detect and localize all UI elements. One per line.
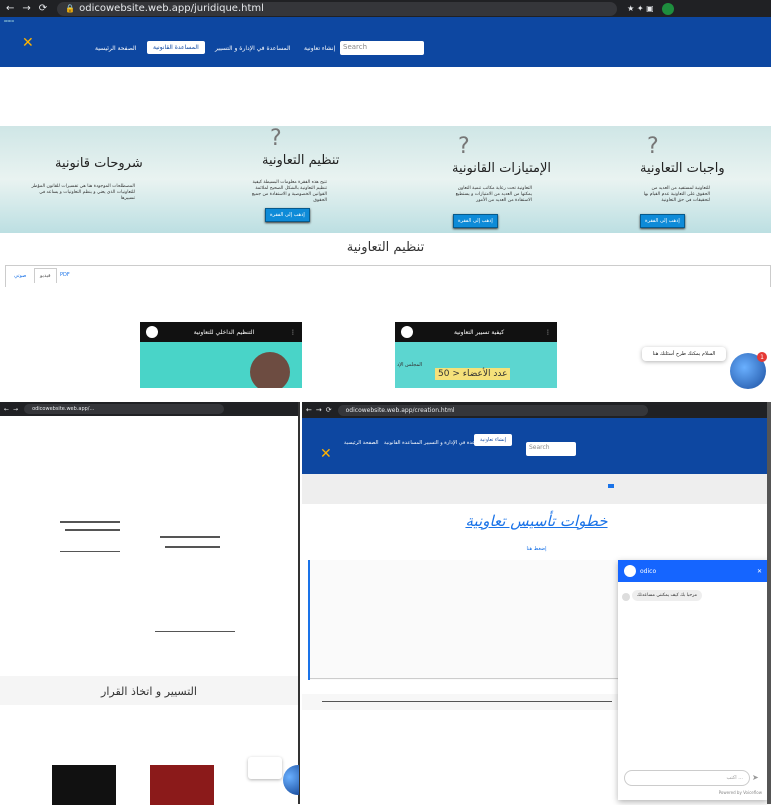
more-icon[interactable]: ⋮	[290, 329, 296, 336]
back-icon[interactable]: ←	[6, 3, 14, 14]
close-icon[interactable]: ✕	[757, 568, 762, 575]
forward-icon[interactable]: →	[316, 406, 322, 414]
logo-icon: ✕	[320, 446, 332, 462]
more-icon[interactable]: ⋮	[545, 329, 551, 336]
menu-toggle-icon[interactable]	[608, 484, 614, 488]
nav-legal-help[interactable]: المساعدة القانونية	[147, 41, 205, 54]
extensions-icon[interactable]: ★ ✦ ▣	[627, 4, 654, 13]
document-page	[155, 461, 235, 632]
bot-avatar	[622, 593, 630, 601]
video-player[interactable]: التنظيم الداخلي للتعاونية ⋮	[140, 322, 302, 388]
chat-welcome-bubble[interactable]	[248, 757, 282, 779]
chat-header-title: odico	[640, 567, 657, 575]
back-icon[interactable]: ←	[4, 406, 9, 413]
page-title: خطوات تأسيس تعاونية	[465, 512, 608, 530]
video-header: كيفية تسيير التعاونية ⋮	[395, 322, 557, 342]
search-input[interactable]: Search	[340, 41, 424, 55]
goto-section-button[interactable]: إذهب إلى الفقرة	[265, 208, 310, 222]
chat-panel: odico ✕ مرحبا بك كيف يمكنني مساعدتك اكتب…	[618, 560, 768, 800]
card-text-explanations: المصطلحات الموجودة هنا هي تفسيرات للقانو…	[31, 184, 135, 201]
tab-pdf[interactable]: PDF	[60, 272, 70, 278]
document-page	[60, 461, 130, 561]
card-title-organization: تنظيم التعاونية	[262, 153, 340, 168]
reload-icon[interactable]: ⟳	[326, 406, 332, 414]
logo-text: ODICO	[4, 19, 15, 23]
goto-section-button[interactable]: إذهب إلى الفقرة	[453, 214, 498, 228]
lock-icon: 🔒	[65, 4, 76, 13]
bot-avatar	[624, 565, 636, 577]
nav-legal-help[interactable]: المساعدة القانونية	[384, 440, 422, 446]
notification-badge: 1	[757, 352, 767, 362]
forward-icon[interactable]: →	[22, 3, 30, 14]
card-title-explanations: شروحات قانونية	[55, 156, 143, 171]
card-text-organization: تتيح هذه الفقرة معلومات البسيطة كيفية تن…	[251, 180, 327, 203]
hero-banner: شروحات قانونية المصطلحات الموجودة هنا هي…	[0, 126, 771, 233]
section-title: تنظيم التعاونية	[346, 240, 425, 255]
send-icon[interactable]: ➤	[752, 773, 759, 782]
chat-footer: Powered by Voiceflow	[718, 790, 762, 795]
browser-toolbar-right: ← → ⟳ odicowebsite.web.app/creation.html	[302, 402, 771, 418]
card-text-duties: للتعاونية لمستفيد من العديد من الحقوق عل…	[643, 186, 710, 203]
address-bar[interactable]: 🔒 odicowebsite.web.app/juridique.html	[57, 1, 618, 16]
question-icon: ?	[647, 134, 659, 159]
search-input[interactable]: Search	[526, 442, 576, 456]
forward-icon[interactable]: →	[13, 406, 18, 413]
video-thumbnail-figure	[250, 352, 290, 388]
chat-header: odico ✕	[618, 560, 768, 582]
browser-toolbar-top: ← → ⟳ 🔒 odicowebsite.web.app/juridique.h…	[0, 0, 771, 17]
right-browser-window: ← → ⟳ odicowebsite.web.app/creation.html…	[302, 402, 771, 804]
nav-management-help[interactable]: المساعدة في الإدارة و التسيير	[215, 45, 290, 52]
content-header-strip	[302, 474, 771, 504]
window-scrollbar[interactable]	[767, 402, 771, 804]
card-title-privileges: الإمتيازات القانونية	[452, 161, 552, 176]
chat-launcher-icon[interactable]	[283, 765, 299, 795]
tab-bar: صوتي فيديو PDF	[5, 265, 771, 287]
logo-icon: ✕	[22, 35, 34, 51]
info-panel	[308, 560, 620, 680]
tab-video[interactable]: فيديو	[34, 268, 57, 283]
video-player[interactable]: كيفية تسيير التعاونية ⋮ المجلس الإد عدد …	[395, 322, 557, 388]
nav-create-coop[interactable]: إنشاء تعاونية	[304, 45, 335, 52]
left-browser-window: ← → odicowebsite.web.app/... التسيير و ا…	[0, 402, 300, 805]
chat-input[interactable]: اكتب ...	[624, 770, 750, 786]
nav-home[interactable]: الصفحة الرئيسية	[344, 440, 379, 446]
document-preview-area	[0, 416, 298, 676]
video-player[interactable]	[52, 765, 116, 805]
card-text-privileges: التعاونية تحت رعاية مكاتب تنمية التعاون …	[455, 186, 532, 203]
video-title: كيفية تسيير التعاونية	[453, 328, 505, 336]
video-overlay-side: المجلس الإد	[397, 362, 423, 368]
chat-welcome-bubble[interactable]: السلام يمكنك طرح أسئلتك هنا	[642, 347, 726, 361]
click-here-link[interactable]: إضغط هنا	[302, 546, 771, 552]
browser-toolbar-left: ← → odicowebsite.web.app/...	[0, 402, 298, 416]
video-player[interactable]	[150, 765, 214, 805]
video-header: التنظيم الداخلي للتعاونية ⋮	[140, 322, 302, 342]
left-video-area	[0, 705, 299, 805]
bot-message: مرحبا بك كيف يمكنني مساعدتك	[632, 590, 703, 601]
question-icon: ?	[458, 134, 470, 159]
video-title: التنظيم الداخلي للتعاونية	[193, 328, 255, 336]
right-navbar: ✕ إنشاء تعاونية المساعدة في الإدارة و ال…	[302, 418, 771, 474]
question-icon: ?	[270, 126, 282, 151]
tab-audio[interactable]: صوتي	[14, 273, 26, 279]
video-overlay-text: عدد الأعضاء < 50	[435, 368, 511, 380]
goto-section-button[interactable]: إذهب إلى الفقرة	[640, 214, 685, 228]
profile-avatar[interactable]	[661, 2, 674, 15]
back-icon[interactable]: ←	[306, 406, 312, 414]
nav-management-help[interactable]: المساعدة في الإدارة و التسيير	[424, 440, 487, 446]
left-section-title: التسيير و اتخاذ القرار	[101, 685, 197, 698]
address-bar[interactable]: odicowebsite.web.app/creation.html	[337, 404, 648, 416]
reload-icon[interactable]: ⟳	[39, 3, 47, 14]
address-bar[interactable]: odicowebsite.web.app/...	[24, 404, 225, 414]
card-title-duties: واجبات التعاونية	[640, 161, 725, 176]
top-navbar: ODICO ✕ الصفحة الرئيسية المساعدة القانون…	[0, 17, 771, 67]
channel-avatar	[146, 326, 158, 338]
nav-home[interactable]: الصفحة الرئيسية	[95, 45, 136, 52]
channel-avatar	[401, 326, 413, 338]
